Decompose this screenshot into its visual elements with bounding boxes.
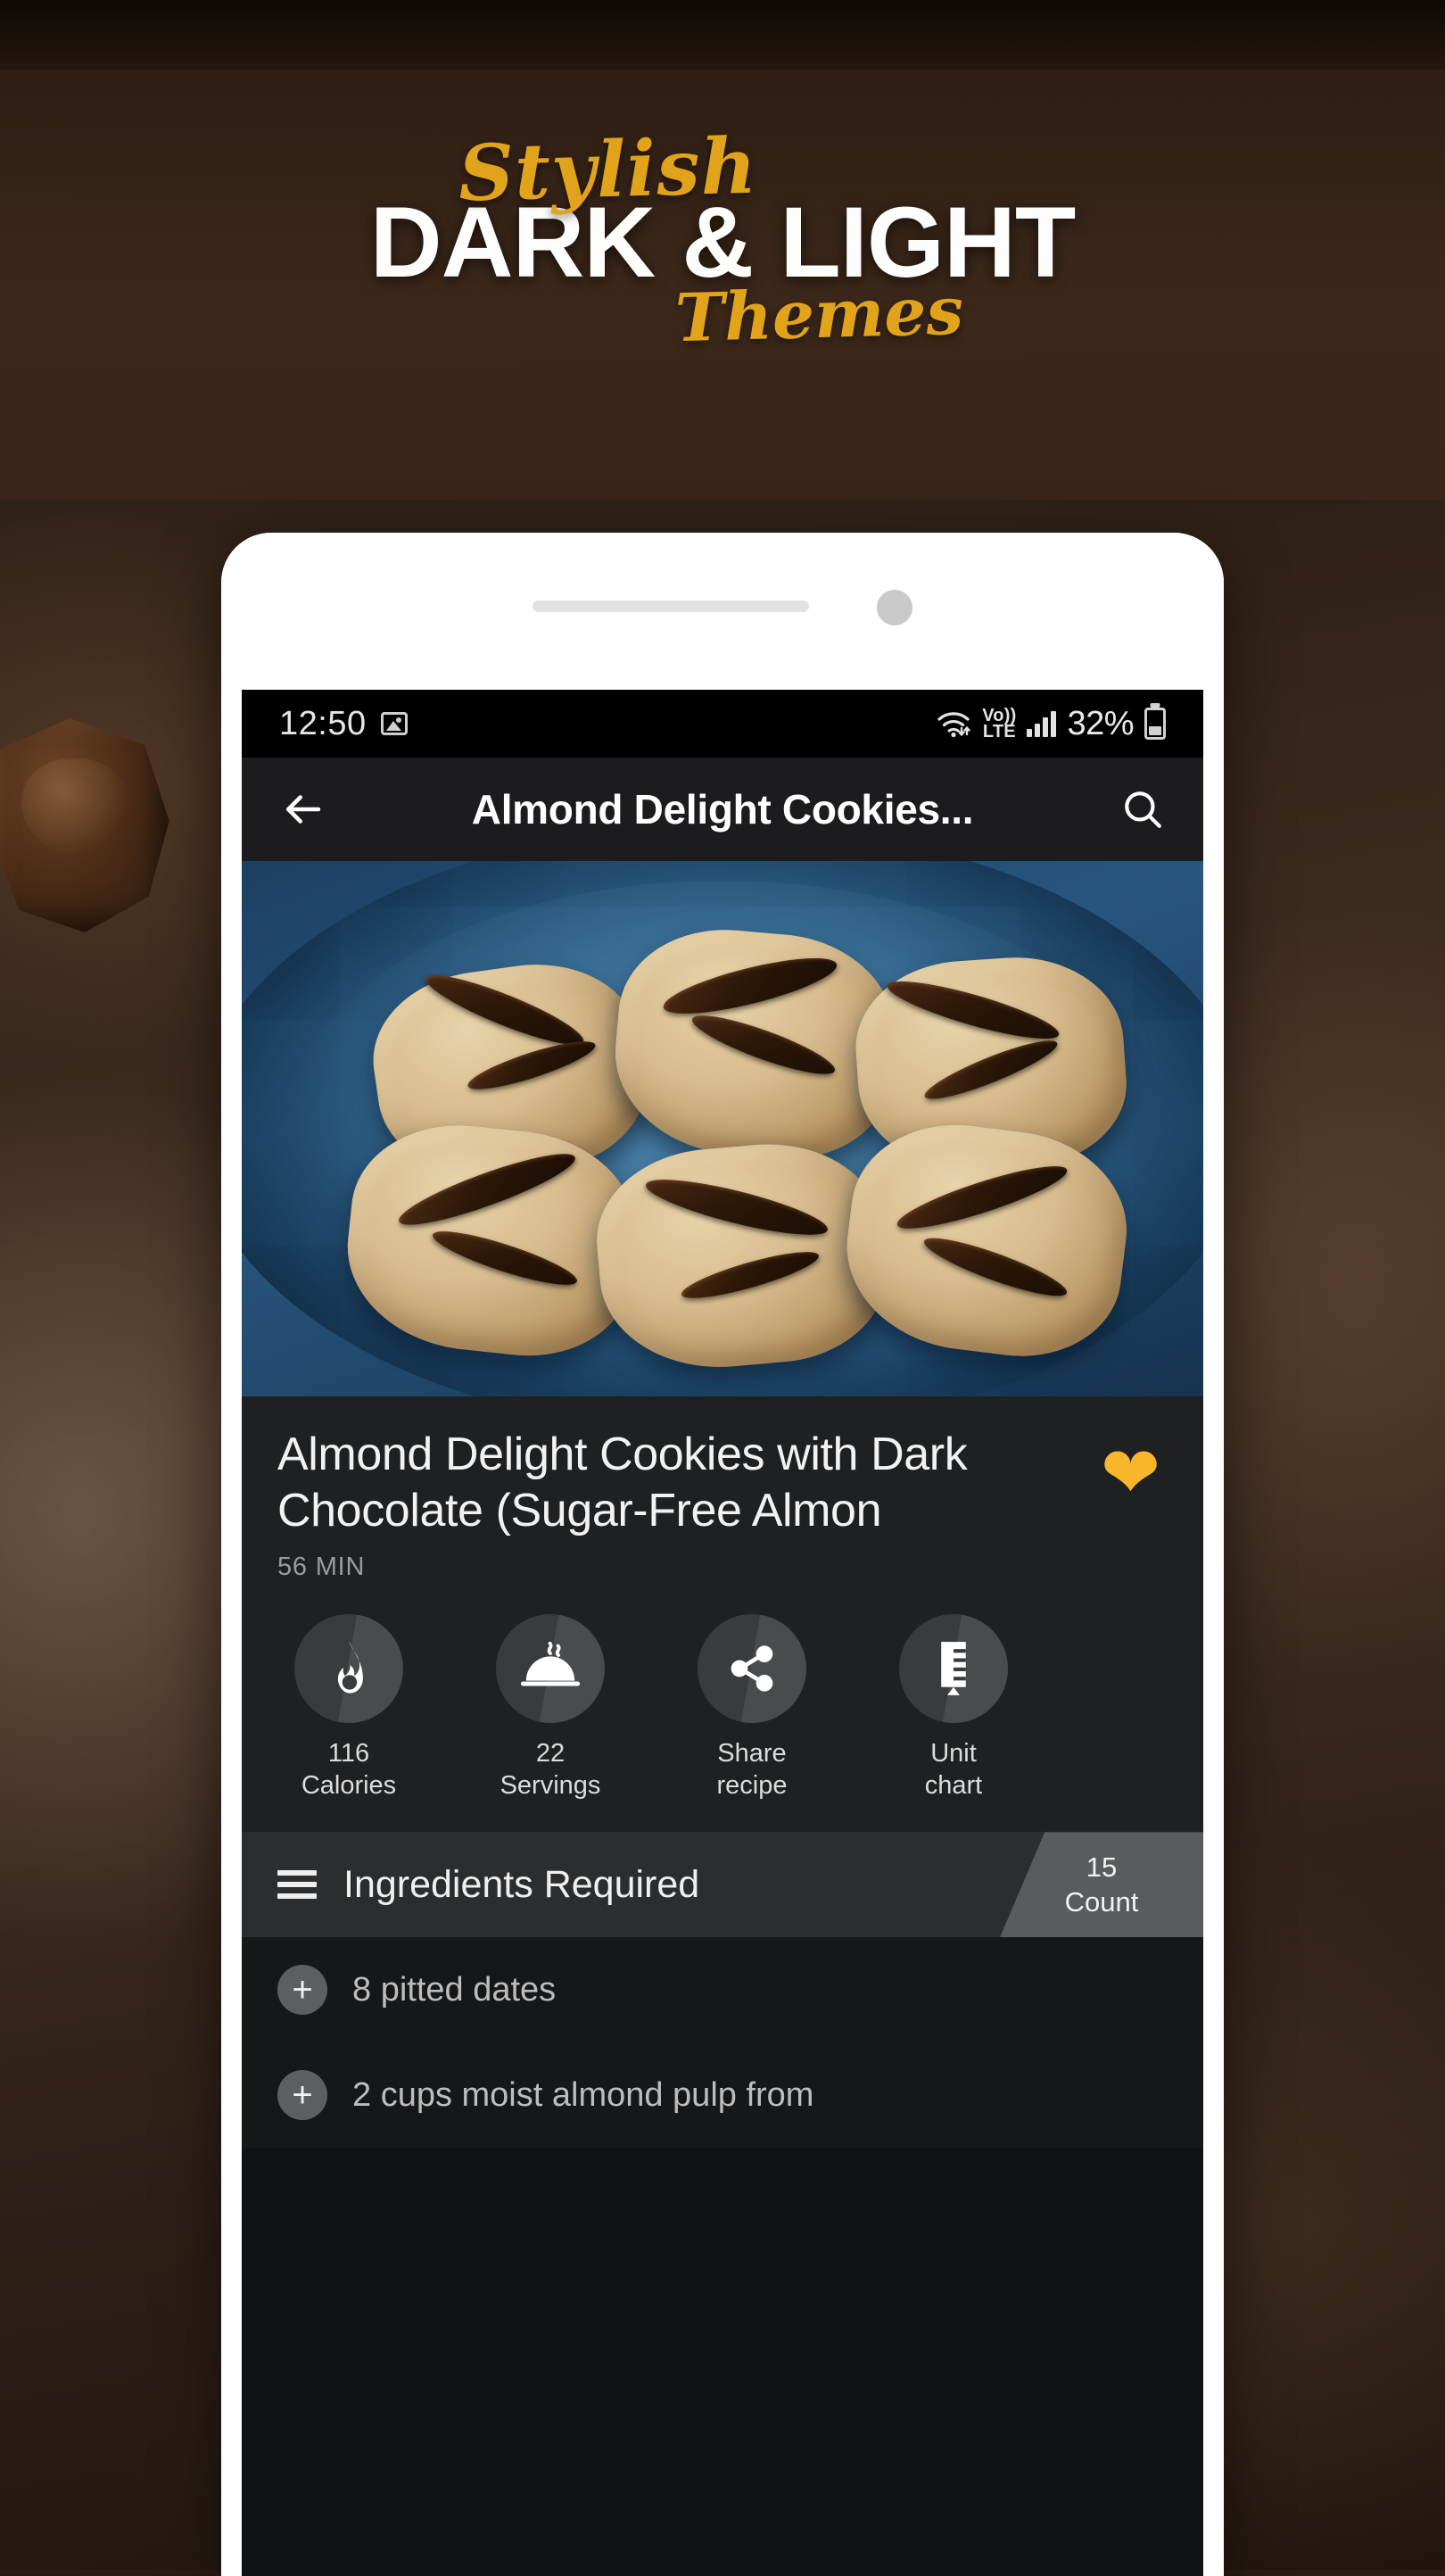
- front-camera: [877, 590, 912, 625]
- ingredient-text: 2 cups moist almond pulp from: [352, 2075, 814, 2114]
- action-unit-chart-value: Unit: [930, 1738, 977, 1768]
- battery-percent: 32%: [1067, 704, 1134, 742]
- search-icon[interactable]: [1114, 781, 1171, 838]
- battery-icon: [1144, 708, 1166, 740]
- list-item[interactable]: + 2 cups moist almond pulp from: [277, 2042, 1168, 2148]
- action-calories-value: 116: [327, 1738, 370, 1768]
- recipe-title: Almond Delight Cookies with Dark Chocola…: [277, 1429, 968, 1537]
- ingredients-title: Ingredients Required: [343, 1862, 700, 1906]
- serving-dome-icon: [496, 1613, 605, 1723]
- ingredients-count-badge: 15 Count: [1000, 1832, 1203, 1938]
- phone-mockup: 12:50 Vo)) LTE 32% Almond Delight Cookie…: [221, 533, 1224, 2576]
- volte-icon: Vo)) LTE: [982, 706, 1016, 741]
- heart-icon[interactable]: ❤: [1101, 1437, 1160, 1509]
- action-servings-label: Servings: [500, 1771, 601, 1801]
- action-unit-chart[interactable]: Unit chart: [882, 1613, 1025, 1802]
- recipe-hero-image: [242, 861, 1203, 1396]
- ingredients-count-value: 15: [1086, 1851, 1118, 1883]
- ingredients-count-label: Count: [1064, 1886, 1139, 1918]
- action-share-label: recipe: [716, 1771, 788, 1801]
- unit-chart-icon: [899, 1613, 1008, 1723]
- action-calories[interactable]: 116 Calories: [277, 1613, 420, 1802]
- list-item[interactable]: + 8 pitted dates: [277, 1937, 1168, 2042]
- phone-top-bezel: [221, 533, 1224, 690]
- action-servings-value: 22: [535, 1738, 566, 1768]
- promo-banner: Stylish DARK & LIGHT Themes: [0, 0, 1445, 500]
- plus-icon[interactable]: +: [277, 2070, 327, 2121]
- ingredients-header[interactable]: Ingredients Required 15 Count: [242, 1832, 1203, 1938]
- app-bar-title: Almond Delight Cookies...: [471, 786, 974, 832]
- action-servings[interactable]: 22 Servings: [479, 1613, 622, 1802]
- signal-bars-icon: [1027, 710, 1057, 737]
- recipe-actions: 116 Calories 22 Servings Share recipe Un…: [277, 1582, 1168, 1833]
- action-share[interactable]: Share recipe: [681, 1613, 823, 1802]
- plus-icon[interactable]: +: [277, 1965, 327, 2016]
- share-icon: [698, 1613, 806, 1723]
- wifi-icon: [937, 712, 970, 738]
- list-icon: [277, 1870, 317, 1900]
- action-share-value: Share: [717, 1738, 787, 1768]
- earpiece-speaker: [533, 601, 809, 612]
- ingredients-list: + 8 pitted dates + 2 cups moist almond p…: [242, 1937, 1203, 2149]
- banner-script-top: Stylish: [458, 120, 759, 219]
- status-time: 12:50: [279, 704, 367, 742]
- action-unit-chart-label: chart: [924, 1771, 983, 1801]
- banner-script-bottom: Themes: [673, 272, 964, 358]
- flame-icon: [294, 1613, 403, 1723]
- app-bar: Almond Delight Cookies...: [242, 758, 1203, 861]
- image-icon: [380, 712, 408, 735]
- ingredient-text: 8 pitted dates: [352, 1970, 557, 2009]
- recipe-duration: 56 MIN: [277, 1552, 366, 1581]
- recipe-info-section: Almond Delight Cookies with Dark Chocola…: [242, 1396, 1203, 1833]
- back-arrow-icon[interactable]: [274, 781, 331, 838]
- status-bar: 12:50 Vo)) LTE 32%: [242, 690, 1203, 758]
- action-calories-label: Calories: [301, 1771, 397, 1801]
- volte-label-bottom: LTE: [982, 722, 1016, 741]
- phone-screen: 12:50 Vo)) LTE 32% Almond Delight Cookie…: [242, 690, 1203, 2576]
